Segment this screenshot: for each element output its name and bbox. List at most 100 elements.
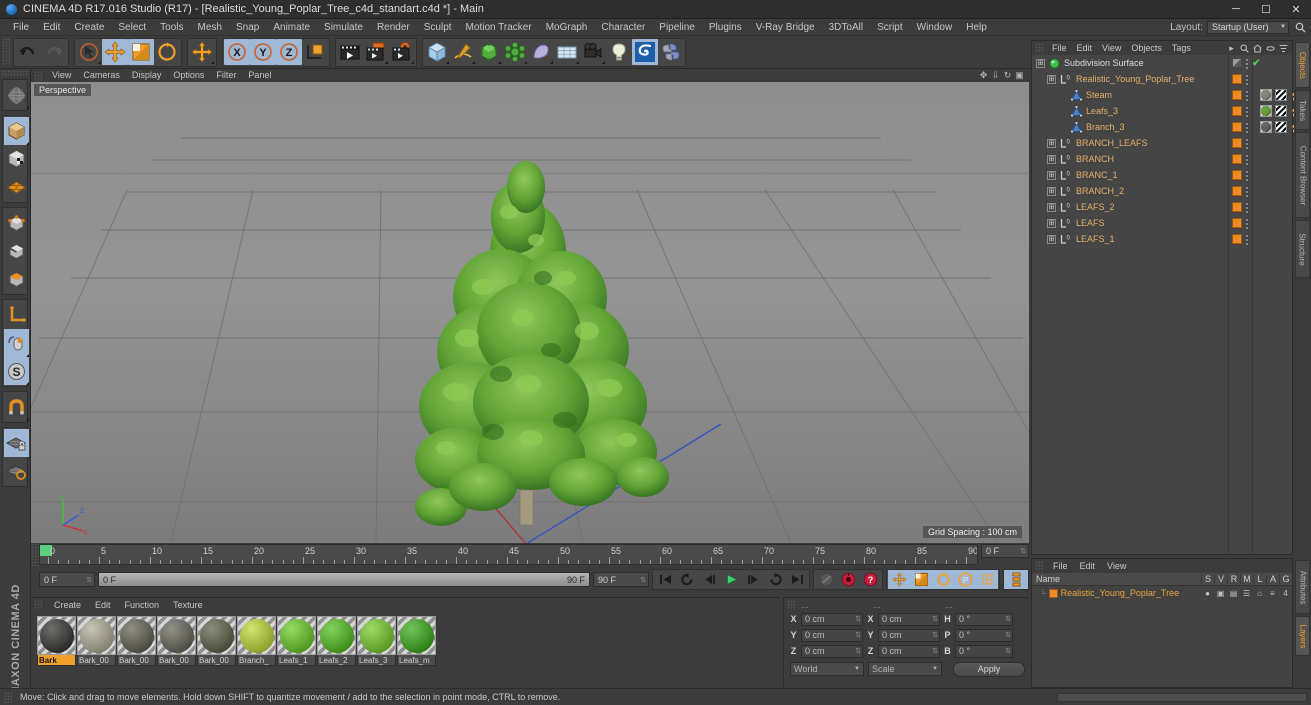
material-item[interactable]: Leafs_2 — [317, 616, 356, 666]
edge-mode-button[interactable] — [4, 237, 29, 265]
menu-animate[interactable]: Animate — [266, 19, 317, 36]
layer-cell[interactable]: ☰ — [1240, 589, 1253, 598]
minus-icon[interactable] — [1265, 43, 1276, 54]
spinner-icon[interactable]: ⇅ — [932, 615, 938, 623]
expand-toggle-icon[interactable]: ⊞ — [1047, 138, 1056, 148]
material-item[interactable]: Branch_ — [237, 616, 276, 666]
menu-file[interactable]: File — [6, 19, 36, 36]
perspective-viewport[interactable]: Perspective Y X Z Grid Spacing: 100 cm — [31, 82, 1029, 543]
object-row[interactable]: ⊞ 0 LEAFS_1 — [1032, 231, 1292, 247]
menu-3dtoall[interactable]: 3DToAll — [822, 19, 870, 36]
play-reverse-loop-button[interactable] — [676, 570, 698, 589]
live-selection-tool[interactable] — [76, 39, 102, 65]
menu-sculpt[interactable]: Sculpt — [417, 19, 459, 36]
coordinate-mode-select[interactable]: Scale ▼ — [868, 662, 942, 676]
tag-dots-icon[interactable] — [1245, 137, 1249, 149]
minimize-button[interactable]: ─ — [1221, 0, 1251, 19]
tag-dots-icon[interactable] — [1245, 105, 1249, 117]
texture-mode-button[interactable] — [4, 173, 29, 201]
material-name[interactable]: Bark_00 — [197, 655, 236, 666]
layer-cell[interactable]: ⌂ — [1253, 589, 1266, 598]
object-row[interactable]: ⊞ 0 BRANC_1 — [1032, 167, 1292, 183]
tab-takes[interactable]: Takes — [1295, 90, 1310, 130]
play-forward-loop-button[interactable] — [764, 570, 786, 589]
layer-color-tag[interactable] — [1232, 106, 1242, 116]
lock-z-axis-button[interactable]: Z — [276, 39, 302, 65]
object-menu-view[interactable]: View — [1097, 43, 1126, 53]
record-question-button[interactable]: ? — [859, 570, 881, 589]
spinner-icon[interactable]: ⇅ — [1005, 615, 1011, 623]
object-menu-edit[interactable]: Edit — [1072, 43, 1098, 53]
expand-toggle-icon[interactable]: ⊞ — [1047, 202, 1056, 212]
tab-content-browser[interactable]: Content Browser — [1295, 132, 1310, 218]
menu-create[interactable]: Create — [67, 19, 111, 36]
expand-toggle-icon[interactable]: ⊞ — [1047, 170, 1056, 180]
object-tree[interactable]: ⊞ Subdivision Surface ✔ ⊞ 0 Realistic_Young_P… — [1032, 55, 1301, 554]
menu-select[interactable]: Select — [111, 19, 153, 36]
script-manager-button[interactable] — [658, 39, 684, 65]
layer-row[interactable]: └ Realistic_Young_Poplar_Tree ● ▣ ▤ ☰ ⌂ ≡ 4 — [1032, 586, 1292, 600]
spinner-icon[interactable]: ⇅ — [640, 576, 646, 584]
menu-snap[interactable]: Snap — [229, 19, 266, 36]
render-to-picture-viewer-button[interactable] — [363, 39, 389, 65]
material-name[interactable]: Bark_00 — [117, 655, 156, 666]
texture-tag[interactable] — [1260, 105, 1272, 117]
toolbar-grip[interactable] — [2, 38, 10, 66]
material-item[interactable]: Bark_00 — [77, 616, 116, 666]
add-cube-object-button[interactable] — [424, 39, 450, 65]
timeline-settings-button[interactable] — [1005, 570, 1027, 589]
key-pla-button[interactable] — [976, 570, 998, 589]
add-light-button[interactable] — [606, 39, 632, 65]
selection-modes-button[interactable] — [4, 81, 29, 109]
key-position-button[interactable] — [888, 570, 910, 589]
material-name[interactable]: Bark_00 — [77, 655, 116, 666]
step-forward-button[interactable] — [742, 570, 764, 589]
material-item[interactable]: Leafs_3 — [357, 616, 396, 666]
viewport-solo-button[interactable] — [4, 329, 29, 357]
position-input[interactable]: 0 cm ⇅ — [801, 628, 863, 642]
go-to-end-button[interactable] — [786, 570, 808, 589]
tab-objects[interactable]: Objects — [1295, 42, 1310, 88]
object-axis-mode-button[interactable] — [4, 301, 29, 329]
spinner-icon[interactable]: ⇅ — [932, 631, 938, 639]
tag-dots-icon[interactable] — [1245, 121, 1249, 133]
spinner-icon[interactable]: ⇅ — [855, 631, 861, 639]
layer-menu-file[interactable]: File — [1047, 561, 1074, 571]
object-row[interactable]: ⊞ 0 LEAFS_2 — [1032, 199, 1292, 215]
object-row[interactable]: Leafs_3 — [1032, 103, 1301, 119]
layer-color-tag[interactable] — [1232, 122, 1242, 132]
left-toolbar-grip[interactable] — [1, 70, 29, 77]
key-rotation-button[interactable] — [932, 570, 954, 589]
viewport-menu-cameras[interactable]: Cameras — [77, 69, 126, 82]
uvw-tag[interactable] — [1275, 105, 1287, 117]
magnet-tool-button[interactable] — [4, 393, 29, 421]
tab-layers[interactable]: Layers — [1295, 616, 1310, 656]
enable-snap-button[interactable]: S — [4, 357, 29, 385]
timeline-right-frame-field[interactable]: 0 F ⇅ — [981, 544, 1029, 558]
size-input[interactable]: 0 cm ⇅ — [878, 612, 940, 626]
coordinates-grip[interactable] — [787, 599, 795, 610]
search-icon[interactable] — [1293, 20, 1307, 34]
menu-tools[interactable]: Tools — [153, 19, 190, 36]
material-name[interactable]: Branch_ — [237, 655, 276, 666]
time-scrubber[interactable]: 0 F 90 F — [98, 572, 590, 587]
menu-edit[interactable]: Edit — [36, 19, 67, 36]
move-tool[interactable] — [102, 39, 128, 65]
zoom-camera-icon[interactable]: ⇩ — [990, 70, 1001, 81]
make-editable-button[interactable] — [4, 117, 29, 145]
layer-cell[interactable]: ≡ — [1266, 589, 1279, 598]
display-tag[interactable] — [1232, 58, 1242, 68]
step-back-button[interactable] — [698, 570, 720, 589]
menu-pipeline[interactable]: Pipeline — [652, 19, 702, 36]
menu-mesh[interactable]: Mesh — [191, 19, 229, 36]
render-view-button[interactable] — [337, 39, 363, 65]
object-row[interactable]: ⊞ 0 BRANCH_2 — [1032, 183, 1292, 199]
size-input[interactable]: 0 cm ⇅ — [878, 628, 940, 642]
viewport-menu-panel[interactable]: Panel — [242, 69, 277, 82]
filter-icon[interactable] — [1278, 43, 1289, 54]
spinner-icon[interactable]: ⇅ — [1005, 631, 1011, 639]
status-bar-grip[interactable] — [4, 691, 12, 703]
maximize-button[interactable]: ☐ — [1251, 0, 1281, 19]
material-name[interactable]: Leafs_1 — [277, 655, 316, 666]
spinner-icon[interactable]: ⇅ — [855, 615, 861, 623]
